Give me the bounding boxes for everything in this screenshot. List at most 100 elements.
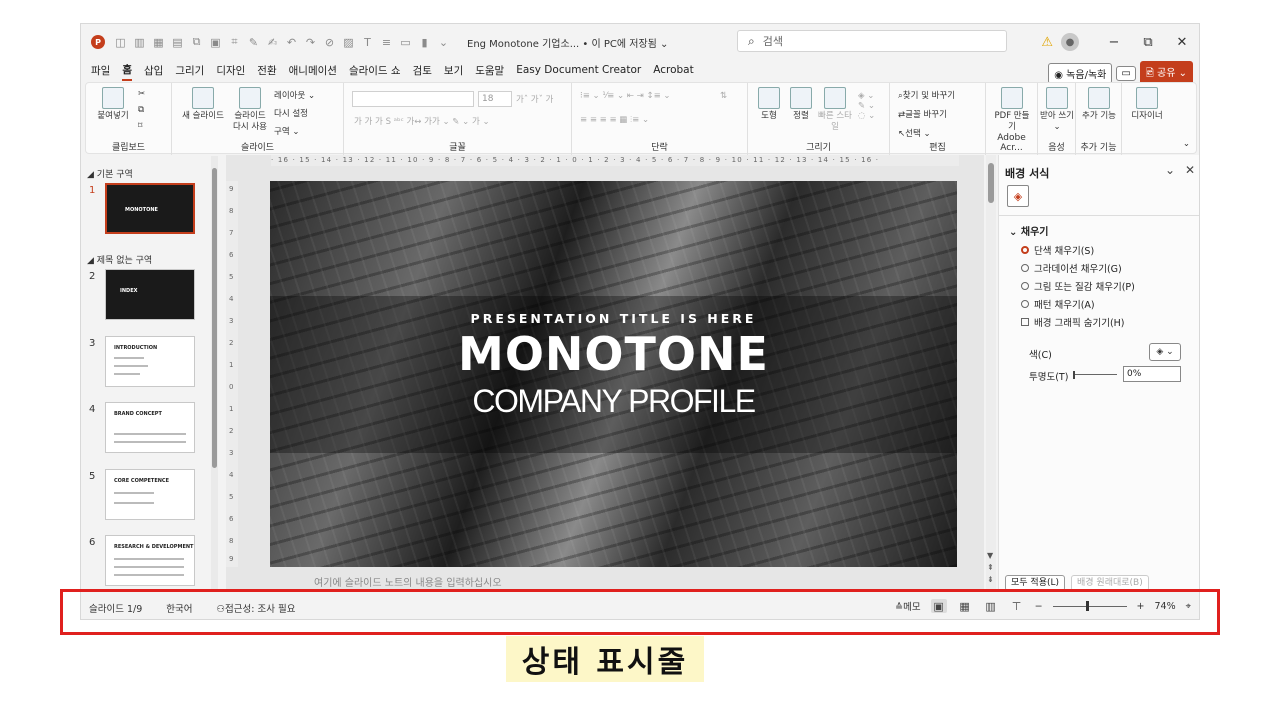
next-slide-icon[interactable]: ⇟ bbox=[987, 575, 994, 584]
tab-animations[interactable]: 애니메이션 bbox=[289, 63, 337, 80]
ribbon-collapse-icon[interactable]: ⌄ bbox=[1183, 139, 1190, 149]
record-button[interactable]: ◉ 녹음/녹화 bbox=[1048, 63, 1113, 84]
align-icon[interactable]: ≡ bbox=[377, 36, 396, 49]
reuse-slides-button[interactable]: 슬라이드 다시 사용 bbox=[230, 87, 270, 133]
crop-icon[interactable]: ⌗ bbox=[225, 35, 244, 49]
prev-slide-icon[interactable]: ⇞ bbox=[987, 563, 994, 572]
copy-icon[interactable]: ⧉ bbox=[138, 105, 144, 115]
format-painter-icon[interactable]: ⌑ bbox=[138, 121, 142, 131]
pattern-fill-option[interactable]: 패턴 채우기(A) bbox=[1021, 297, 1095, 311]
picture-fill-option[interactable]: 그림 또는 질감 채우기(P) bbox=[1021, 279, 1135, 293]
avatar[interactable]: ● bbox=[1061, 33, 1079, 51]
fill-section-header[interactable]: ⌄ 채우기 bbox=[1009, 223, 1048, 238]
transparency-slider[interactable] bbox=[1073, 371, 1117, 379]
paste-icon[interactable]: ▣ bbox=[206, 36, 225, 49]
replace-font-button[interactable]: ⇄글꼴 바꾸기 bbox=[898, 108, 947, 120]
tab-home[interactable]: 홈 bbox=[122, 62, 132, 81]
format-icon[interactable]: ▥ bbox=[130, 36, 149, 49]
addins-button[interactable]: 추가 기능 bbox=[1080, 87, 1118, 122]
fill-icon[interactable]: ◈ bbox=[1007, 185, 1029, 207]
table-icon[interactable]: ▦ bbox=[149, 36, 168, 49]
shape-fill-icon[interactable]: ◈ ⌄ ✎ ⌄ ◌ ⌄ bbox=[858, 91, 875, 121]
section-default[interactable]: ◢ 기본 구역 bbox=[87, 167, 133, 180]
section-untitled[interactable]: ◢ 제목 없는 구역 bbox=[87, 253, 152, 266]
font-size-select[interactable]: 18 bbox=[478, 91, 512, 107]
tab-transitions[interactable]: 전환 bbox=[257, 63, 276, 80]
tab-acrobat[interactable]: Acrobat bbox=[653, 64, 694, 78]
text-direction-icon[interactable]: ⇅ bbox=[720, 91, 727, 101]
slider-knob[interactable] bbox=[1073, 371, 1075, 379]
list-icons[interactable]: ⁝≡ ⌄ ⅟≡ ⌄ ⇤ ⇥ ↕≡ ⌄ bbox=[580, 91, 671, 101]
designer-button[interactable]: 디자이너 bbox=[1126, 87, 1168, 122]
close-icon[interactable]: ✕ bbox=[1185, 163, 1195, 177]
comment-icon[interactable]: ▭ bbox=[1116, 66, 1136, 81]
brush-icon[interactable]: ✎ bbox=[244, 36, 263, 49]
font-style-icons[interactable]: 가 가 가 S ᵃᵇᶜ 가↔ 가가 ⌄ ✎ ⌄ 가 ⌄ bbox=[354, 115, 490, 127]
create-pdf-button[interactable]: PDF 만들기 bbox=[992, 87, 1032, 133]
slide-thumbnail[interactable]: RESEARCH & DEVELOPMENT bbox=[105, 535, 195, 586]
solid-fill-option[interactable]: 단색 채우기(S) bbox=[1021, 243, 1094, 257]
customize-qa-icon[interactable]: ⌄ bbox=[434, 36, 453, 49]
tab-draw[interactable]: 그리기 bbox=[175, 63, 204, 80]
new-slide-button[interactable]: 새 슬라이드 bbox=[178, 87, 228, 122]
hide-graphics-checkbox[interactable]: 배경 그래픽 숨기기(H) bbox=[1021, 315, 1125, 329]
pen-icon[interactable]: ✍ bbox=[263, 36, 282, 49]
slide-thumbnail[interactable]: CORE COMPETENCE bbox=[105, 469, 195, 520]
slide-thumbnail[interactable]: BRAND CONCEPT bbox=[105, 402, 195, 453]
autosave-icon[interactable]: ◫ bbox=[111, 36, 130, 49]
scroll-down-icon[interactable]: ▼ bbox=[987, 551, 993, 560]
chart-icon[interactable]: ▮ bbox=[415, 36, 434, 49]
tab-insert[interactable]: 삽입 bbox=[144, 63, 163, 80]
paste-button[interactable]: 붙여넣기 bbox=[94, 87, 132, 122]
save-icon[interactable]: ▤ bbox=[168, 36, 187, 49]
tab-design[interactable]: 디자인 bbox=[216, 63, 245, 80]
close-button[interactable]: ✕ bbox=[1165, 35, 1199, 50]
layout-button[interactable]: 레이아웃 ⌄ bbox=[274, 89, 315, 101]
tab-slideshow[interactable]: 슬라이드 쇼 bbox=[349, 63, 401, 80]
tab-review[interactable]: 검토 bbox=[413, 63, 432, 80]
select-button[interactable]: ↖선택 ⌄ bbox=[898, 127, 931, 139]
slide-thumbnail[interactable]: MONOTONE bbox=[105, 183, 195, 234]
warning-icon[interactable]: ⚠ bbox=[1041, 35, 1053, 50]
scroll-thumb[interactable] bbox=[988, 163, 994, 203]
copy-icon[interactable]: ⧉ bbox=[187, 35, 206, 49]
restore-button[interactable]: ⧉ bbox=[1131, 35, 1165, 50]
font-grow-icon[interactable]: 가ˆ 가ˇ 가 bbox=[516, 93, 553, 105]
gradient-fill-option[interactable]: 그라데이션 채우기(G) bbox=[1021, 261, 1122, 275]
slides-icon[interactable]: ▭ bbox=[396, 36, 415, 49]
slide-subtitle[interactable]: PRESENTATION TITLE IS HERE bbox=[270, 311, 957, 326]
slide-company[interactable]: COMPANY PROFILE bbox=[270, 383, 957, 420]
slide-thumbnail[interactable]: INDEX bbox=[105, 269, 195, 320]
tab-view[interactable]: 보기 bbox=[444, 63, 463, 80]
current-slide[interactable]: PRESENTATION TITLE IS HERE MONOTONE COMP… bbox=[270, 181, 957, 567]
eraser-icon[interactable]: ⊘ bbox=[320, 36, 339, 49]
align-icons[interactable]: ≡ ≡ ≡ ≡ ▦ ⫶≡ ⌄ bbox=[580, 115, 649, 125]
slide-title[interactable]: MONOTONE bbox=[270, 327, 957, 381]
editor-scrollbar[interactable]: ▼ ⇞ ⇟ bbox=[986, 155, 996, 591]
quick-style-button[interactable]: 빠른 스타일 bbox=[818, 87, 852, 133]
text-icon[interactable]: T bbox=[358, 36, 377, 49]
redo-icon[interactable]: ↷ bbox=[301, 36, 320, 49]
color-picker-button[interactable]: ◈ ⌄ bbox=[1149, 343, 1181, 361]
search-input[interactable]: ⌕ 검색 bbox=[737, 30, 1007, 52]
font-name-select[interactable] bbox=[352, 91, 474, 107]
cut-icon[interactable]: ✂ bbox=[138, 89, 145, 99]
tab-easy-document-creator[interactable]: Easy Document Creator bbox=[516, 64, 641, 78]
tab-help[interactable]: 도움말 bbox=[475, 63, 504, 80]
shape-button[interactable]: 도형 bbox=[754, 87, 784, 122]
scroll-thumb[interactable] bbox=[212, 168, 217, 468]
find-button[interactable]: ⌕찾기 및 바꾸기 bbox=[898, 89, 955, 101]
pane-options-icon[interactable]: ⌄ bbox=[1165, 163, 1175, 177]
tab-file[interactable]: 파일 bbox=[91, 63, 110, 80]
dictate-button[interactable]: 받아 쓰기 ⌄ bbox=[1040, 87, 1074, 133]
undo-icon[interactable]: ↶ bbox=[282, 36, 301, 49]
document-title[interactable]: Eng Monotone 기업소... • 이 PC에 저장됨 ⌄ bbox=[467, 35, 668, 50]
transparency-spinner[interactable]: 0% bbox=[1123, 366, 1181, 382]
slides-panel-scrollbar[interactable] bbox=[211, 156, 218, 592]
section-button[interactable]: 구역 ⌄ bbox=[274, 125, 299, 137]
picture-icon[interactable]: ▨ bbox=[339, 36, 358, 49]
minimize-button[interactable]: − bbox=[1097, 35, 1131, 50]
slide-thumbnail[interactable]: INTRODUCTION bbox=[105, 336, 195, 387]
arrange-button[interactable]: 정렬 bbox=[786, 87, 816, 122]
reset-button[interactable]: 다시 설정 bbox=[274, 107, 308, 119]
